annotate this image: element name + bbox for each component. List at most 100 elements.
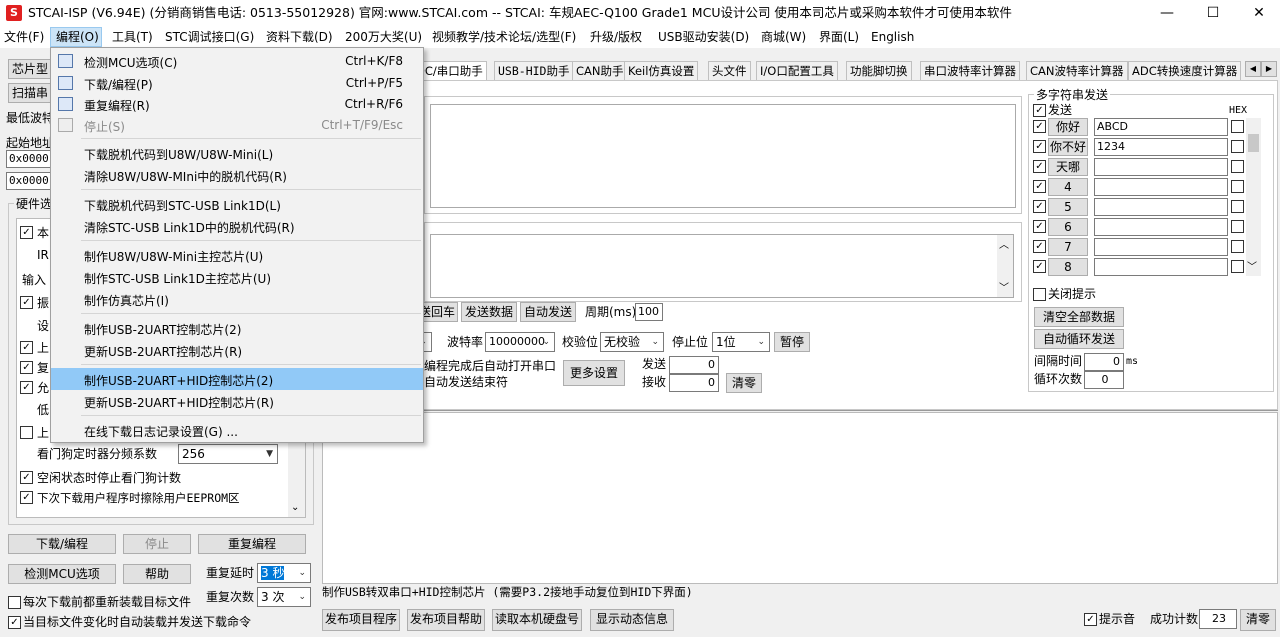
menu-debug[interactable]: STC调试接口(G)	[165, 30, 254, 44]
clear-counts-button[interactable]: 清零	[726, 373, 762, 393]
tab-scroll-right-button[interactable]: ▶	[1261, 61, 1277, 77]
menu-item-log-settings[interactable]: 在线下载日志记录设置(G) ...	[51, 419, 423, 441]
option-checkbox[interactable]: ✓	[20, 341, 33, 354]
menu-video[interactable]: 视频教学/技术论坛/选型(F)	[432, 30, 576, 44]
maximize-button[interactable]: ☐	[1190, 0, 1236, 26]
stop-button[interactable]: 停止	[123, 534, 191, 554]
erase-eeprom-checkbox[interactable]: ✓	[20, 491, 33, 504]
chip-type-label[interactable]: 芯片型	[8, 59, 52, 79]
multi-row-hex-checkbox[interactable]	[1231, 260, 1244, 273]
chevron-down-icon[interactable]: ﹀	[999, 282, 1009, 296]
option-checkbox[interactable]	[20, 426, 33, 439]
chevron-down-icon[interactable]: ⌄	[291, 501, 299, 515]
menu-item-make-link1d-chip[interactable]: 制作STC-USB Link1D主控芯片(U)	[51, 266, 423, 288]
menu-item-stop[interactable]: 停止(S) Ctrl+T/F9/Esc	[51, 114, 423, 136]
multi-row-hex-checkbox[interactable]	[1231, 200, 1244, 213]
option-checkbox[interactable]: ✓	[20, 296, 33, 309]
auto-loop-send-button[interactable]: 自动循环发送	[1034, 329, 1124, 349]
tab-baud-calc[interactable]: 串口波特率计算器	[920, 61, 1020, 81]
multi-row-send-button[interactable]: 6	[1048, 218, 1088, 236]
menu-item-download-link1d[interactable]: 下载脱机代码到STC-USB Link1D(L)	[51, 193, 423, 215]
send-textarea[interactable]	[430, 234, 1014, 298]
menu-item-check-mcu[interactable]: 检测MCU选项(C) Ctrl+K/F8	[51, 50, 423, 72]
wdt-select[interactable]: 256 ▼	[178, 444, 278, 464]
receive-textarea[interactable]	[430, 104, 1016, 208]
multi-row-send-button[interactable]: 5	[1048, 198, 1088, 216]
multi-row-checkbox[interactable]: ✓	[1033, 200, 1046, 213]
menu-item-make-2uart-hid-chip[interactable]: 制作USB-2UART+HID控制芯片(2)	[51, 368, 423, 390]
menu-item-make-emulator-chip[interactable]: 制作仿真芯片(I)	[51, 288, 423, 310]
tab-can-baud-calc[interactable]: CAN波特率计算器	[1026, 61, 1128, 81]
multi-row-field[interactable]	[1094, 238, 1228, 256]
read-disk-button[interactable]: 读取本机硬盘号	[492, 609, 582, 631]
tab-keil[interactable]: Keil仿真设置	[624, 61, 699, 81]
multi-row-send-button[interactable]: 你好	[1048, 118, 1088, 136]
auto-send-button[interactable]: 自动发送	[520, 302, 576, 322]
multi-row-field[interactable]	[1094, 258, 1228, 276]
more-settings-button[interactable]: 更多设置	[563, 360, 625, 386]
menu-program[interactable]: 编程(O)	[56, 30, 99, 44]
menu-item-clear-link1d[interactable]: 清除STC-USB Link1D中的脱机代码(R)	[51, 215, 423, 237]
tab-can[interactable]: CAN助手	[572, 61, 628, 81]
menu-item-make-u8w-chip[interactable]: 制作U8W/U8W-Mini主控芯片(U)	[51, 244, 423, 266]
splitter[interactable]	[322, 410, 1278, 411]
menu-docs[interactable]: 资料下载(D)	[266, 30, 333, 44]
menu-item-repeat[interactable]: 重复编程(R) Ctrl+R/F6	[51, 93, 423, 115]
multi-row-field[interactable]	[1094, 218, 1228, 236]
start-addr-field[interactable]: 0x0000	[6, 150, 52, 168]
close-hint-checkbox[interactable]	[1033, 288, 1046, 301]
tab-pin-switch[interactable]: 功能脚切换	[846, 61, 912, 81]
menu-item-download[interactable]: 下载/编程(P) Ctrl+P/F5	[51, 72, 423, 94]
show-dynamic-button[interactable]: 显示动态信息	[590, 609, 674, 631]
multi-row-field[interactable]	[1094, 158, 1228, 176]
multi-row-field[interactable]: ABCD	[1094, 118, 1228, 136]
multi-row-send-button[interactable]: 7	[1048, 238, 1088, 256]
auto-reload-checkbox[interactable]: ✓	[8, 616, 21, 629]
multi-row-checkbox[interactable]: ✓	[1033, 160, 1046, 173]
help-button[interactable]: 帮助	[123, 564, 191, 584]
minimize-button[interactable]: —	[1144, 0, 1190, 26]
option-checkbox[interactable]: ✓	[20, 361, 33, 374]
tab-io-config[interactable]: I/O口配置工具	[756, 61, 838, 81]
multi-row-field[interactable]	[1094, 178, 1228, 196]
menu-prize[interactable]: 200万大奖(U)	[345, 30, 422, 44]
baud-select[interactable]: 10000000 ⌄	[485, 332, 555, 352]
menu-item-clear-u8w[interactable]: 清除U8W/U8W-MIni中的脱机代码(R)	[51, 164, 423, 186]
clear-all-button[interactable]: 清空全部数据	[1034, 307, 1124, 327]
chevron-up-icon[interactable]: ︿	[999, 239, 1009, 253]
option-checkbox[interactable]: ✓	[20, 381, 33, 394]
multi-row-checkbox[interactable]: ✓	[1033, 140, 1046, 153]
period-field[interactable]: 100	[635, 303, 663, 321]
scan-port-button[interactable]: 扫描串	[8, 83, 52, 103]
multi-row-checkbox[interactable]: ✓	[1033, 180, 1046, 193]
menu-usb-driver[interactable]: USB驱动安装(D)	[658, 30, 749, 44]
output-log[interactable]	[322, 412, 1278, 584]
close-button[interactable]: ✕	[1236, 0, 1280, 26]
menu-tools[interactable]: 工具(T)	[112, 30, 153, 44]
multi-row-hex-checkbox[interactable]	[1231, 220, 1244, 233]
check-mcu-button[interactable]: 检测MCU选项	[8, 564, 116, 584]
download-program-button[interactable]: 下载/编程	[8, 534, 116, 554]
multi-row-hex-checkbox[interactable]	[1231, 140, 1244, 153]
multi-row-send-button[interactable]: 你不好	[1048, 138, 1088, 156]
tab-usb-hid[interactable]: USB-HID助手	[494, 61, 574, 81]
multi-row-send-button[interactable]: 天哪	[1048, 158, 1088, 176]
parity-select[interactable]: 无校验 ⌄	[600, 332, 664, 352]
multi-row-checkbox[interactable]: ✓	[1033, 120, 1046, 133]
multi-row-checkbox[interactable]: ✓	[1033, 220, 1046, 233]
menu-item-update-2uart-hid-chip[interactable]: 更新USB-2UART+HID控制芯片(R)	[51, 390, 423, 412]
menu-upgrade[interactable]: 升级/版权	[590, 30, 642, 44]
publish-program-button[interactable]: 发布项目程序	[322, 609, 400, 631]
tab-header-file[interactable]: 头文件	[708, 61, 751, 81]
chevron-down-icon[interactable]: ﹀	[1247, 261, 1257, 275]
multi-row-send-button[interactable]: 8	[1048, 258, 1088, 276]
menu-item-make-2uart-chip[interactable]: 制作USB-2UART控制芯片(2)	[51, 317, 423, 339]
pause-button[interactable]: 暂停	[774, 332, 810, 352]
clear-success-button[interactable]: 清零	[1240, 609, 1276, 631]
eeprom-addr-field[interactable]: 0x0000	[6, 172, 52, 190]
tab-adc-calc[interactable]: ADC转换速度计算器	[1128, 61, 1242, 81]
repeat-count-select[interactable]: 3 次 ⌄	[257, 587, 311, 607]
menu-item-update-2uart-chip[interactable]: 更新USB-2UART控制芯片(R)	[51, 339, 423, 361]
multi-row-checkbox[interactable]: ✓	[1033, 260, 1046, 273]
menu-english[interactable]: English	[871, 30, 914, 44]
